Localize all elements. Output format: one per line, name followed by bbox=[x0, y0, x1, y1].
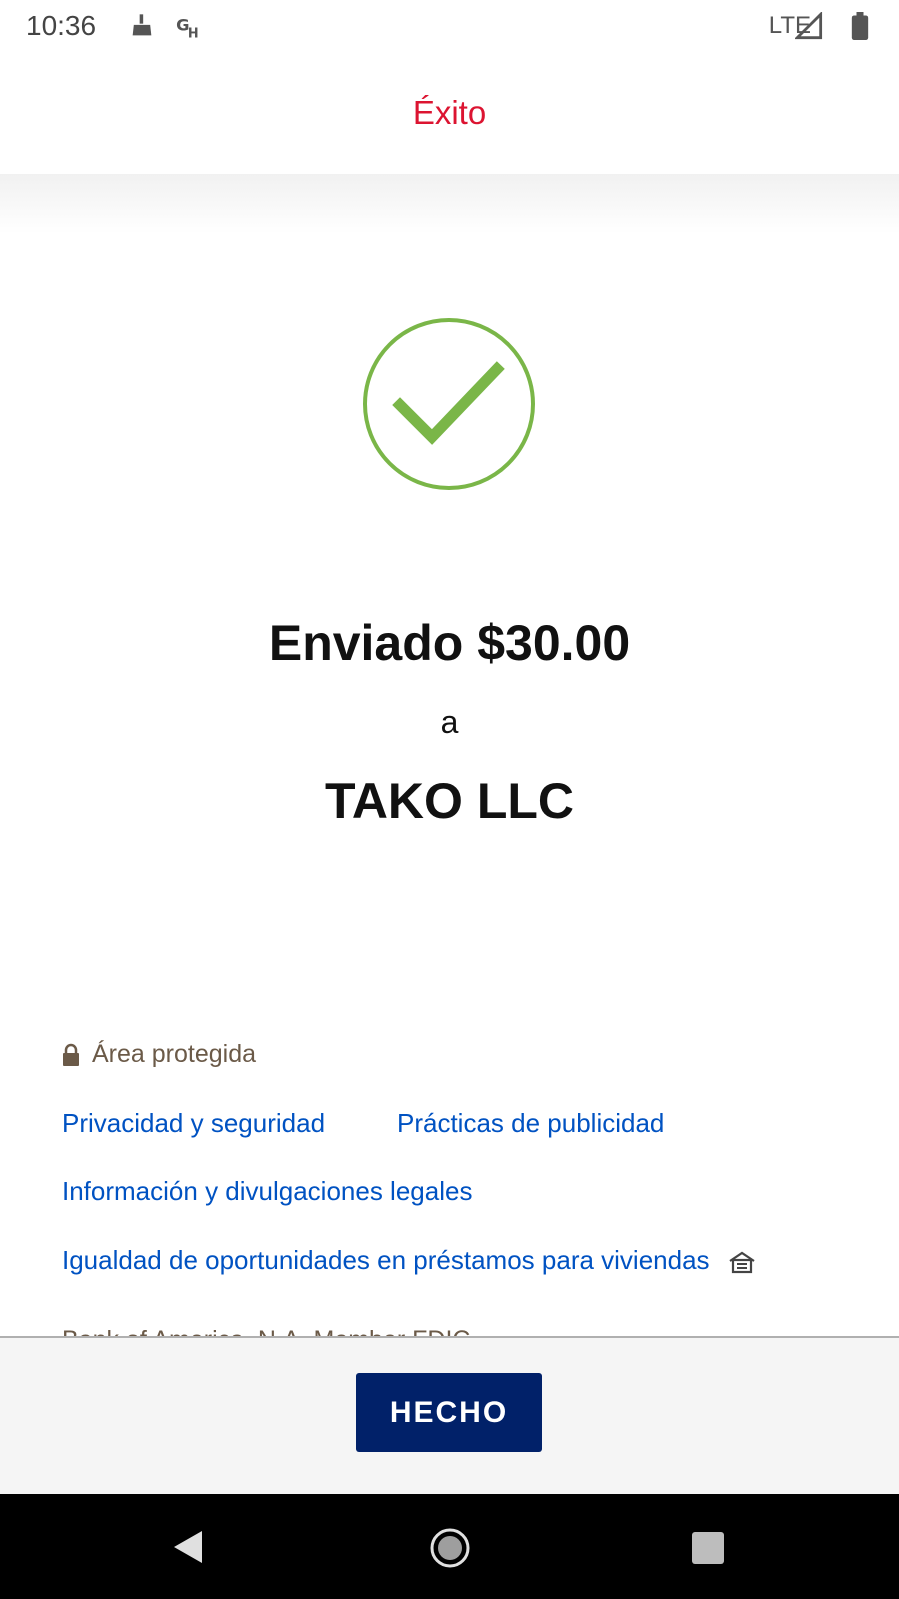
equal-housing-link[interactable]: Igualdad de oportunidades en préstamos p… bbox=[62, 1245, 710, 1275]
secure-area-label: Área protegida bbox=[92, 1040, 257, 1068]
equal-housing-icon bbox=[729, 1251, 755, 1274]
done-button[interactable]: HECHO bbox=[356, 1373, 542, 1452]
svg-text:H: H bbox=[188, 27, 199, 40]
status-bar: 10:36 G H LTE bbox=[0, 0, 899, 52]
recents-icon[interactable] bbox=[691, 1531, 725, 1565]
battery-icon bbox=[851, 12, 869, 40]
action-footer: HECHO bbox=[0, 1336, 899, 1496]
gh-icon: G H bbox=[176, 16, 199, 40]
legal-link[interactable]: Información y divulgaciones legales bbox=[62, 1176, 472, 1207]
signal-icon bbox=[795, 12, 823, 40]
home-icon[interactable] bbox=[429, 1527, 471, 1569]
back-icon[interactable] bbox=[170, 1529, 206, 1565]
header-shadow bbox=[0, 174, 899, 234]
recipient-name: TAKO LLC bbox=[324, 773, 575, 829]
secure-area: Área protegida bbox=[62, 1040, 256, 1069]
lock-icon bbox=[63, 1043, 79, 1066]
advertising-link[interactable]: Prácticas de publicidad bbox=[397, 1108, 664, 1139]
sent-amount: Enviado $30.00 bbox=[268, 615, 631, 671]
privacy-link[interactable]: Privacidad y seguridad bbox=[62, 1108, 325, 1139]
equal-housing-row[interactable]: Igualdad de oportunidades en préstamos p… bbox=[62, 1245, 757, 1276]
status-time: 10:36 bbox=[26, 10, 97, 41]
page-title: Éxito bbox=[412, 94, 487, 131]
connector-text: a bbox=[440, 704, 459, 740]
header: Éxito bbox=[0, 52, 899, 176]
navigation-bar bbox=[0, 1494, 899, 1599]
checkmark-circle-icon bbox=[363, 318, 535, 490]
cleaner-icon bbox=[132, 14, 152, 36]
